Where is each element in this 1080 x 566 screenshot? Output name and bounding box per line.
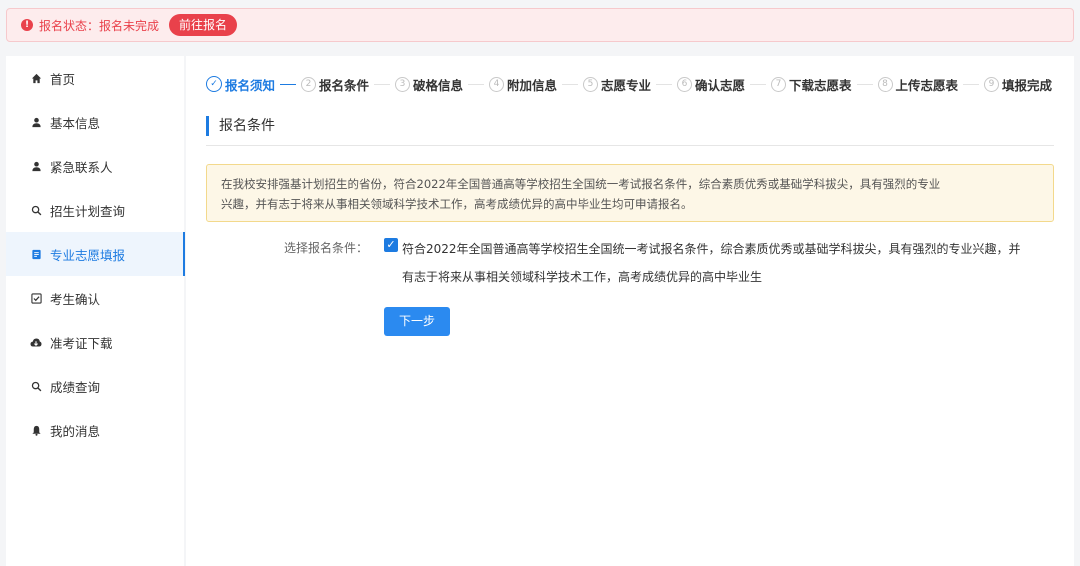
checkbox-icon [30,292,42,304]
check-circle-icon: ✓ [206,76,222,92]
condition-line: 有志于将来从事相关领域科学技术工作，高考成绩优异的高中毕业生 [402,270,763,284]
step-number: 4 [489,76,504,92]
step-registration-conditions[interactable]: 2 报名条件 [301,75,369,94]
search-icon [30,204,42,216]
exclamation-icon: ! [21,19,33,31]
condition-line: 符合2022年全国普通高等学校招生全国统一考试报名条件，综合素质优秀或基础学科拔… [402,242,1021,256]
cloud-download-icon [30,336,42,348]
sidebar-item-candidate-confirm[interactable]: 考生确认 [6,276,184,320]
step-additional-info[interactable]: 4 附加信息 [489,75,557,94]
step-number: 6 [677,76,692,92]
step-number: 3 [395,76,410,92]
sidebar-item-home[interactable]: 首页 [6,56,184,100]
condition-checkbox[interactable]: ✓ [384,238,398,252]
eligibility-notice: 在我校安排强基计划招生的省份，符合2022年全国普通高等学校招生全国统一考试报名… [206,164,1054,222]
sidebar-item-label: 准考证下载 [50,335,113,351]
step-label: 填报完成 [1002,77,1053,93]
step-registration-notice[interactable]: ✓ 报名须知 [206,75,275,94]
sidebar-item-label: 成绩查询 [50,379,101,395]
condition-label: 选择报名条件： [284,241,369,255]
notice-line: 兴趣，并有志于将来从事相关领域科学技术工作，高考成绩优异的高中毕业生均可申请报名… [221,197,693,211]
main-panel: ✓ 报名须知 2 报名条件 3 破格信息 4 附加信息 5 志愿专业 6 确认志… [186,56,1074,566]
progress-steps: ✓ 报名须知 2 报名条件 3 破格信息 4 附加信息 5 志愿专业 6 确认志… [206,74,1052,94]
step-connector [280,83,296,85]
sidebar-item-label: 我的消息 [50,423,101,439]
step-label: 志愿专业 [601,77,652,93]
step-connector [856,83,873,85]
registration-status-alert: ! 报名状态：报名未完成 前往报名 [6,8,1074,42]
sidebar-item-label: 专业志愿填报 [50,247,126,263]
step-connector [562,83,578,85]
step-label: 报名条件 [319,77,370,93]
divider [206,145,1054,146]
step-connector [963,83,979,85]
step-connector [374,83,390,85]
section-title: 报名条件 [206,116,275,136]
step-label: 破格信息 [413,77,464,93]
search-icon [30,380,42,392]
sidebar-item-major-application[interactable]: 专业志愿填报 [6,232,185,276]
step-label: 上传志愿表 [895,77,959,93]
go-register-button[interactable]: 前往报名 [169,14,238,36]
step-major-choice[interactable]: 5 志愿专业 [583,75,651,94]
step-number: 7 [771,76,786,92]
user-icon [30,160,42,172]
document-icon [30,248,42,260]
sidebar-item-admission-ticket[interactable]: 准考证下载 [6,320,184,364]
step-number: 9 [984,76,999,92]
step-label: 下载志愿表 [789,77,852,93]
next-step-button[interactable]: 下一步 [384,307,450,336]
step-label: 确认志愿 [695,77,746,93]
step-complete[interactable]: 9 填报完成 [984,75,1052,94]
home-icon [30,72,42,84]
sidebar-item-label: 考生确认 [50,291,101,307]
sidebar: 首页 基本信息 紧急联系人 招生计划查询 专业志愿填报 考生确认 准考证下载 成… [6,56,185,566]
step-connector [750,83,766,85]
step-number: 5 [583,76,598,92]
sidebar-item-score-query[interactable]: 成绩查询 [6,364,184,408]
user-icon [30,116,42,128]
sidebar-item-label: 首页 [50,71,76,87]
sidebar-item-emergency-contact[interactable]: 紧急联系人 [6,144,184,188]
step-connector [656,83,672,85]
sidebar-item-label: 招生计划查询 [50,203,126,219]
registration-status-text: 报名状态：报名未完成 [39,18,160,33]
condition-option-text[interactable]: 符合2022年全国普通高等学校招生全国统一考试报名条件，综合素质优秀或基础学科拔… [402,235,1048,291]
step-exception-info[interactable]: 3 破格信息 [395,75,463,94]
sidebar-item-my-messages[interactable]: 我的消息 [6,408,184,452]
checkmark-icon: ✓ [386,238,396,251]
bell-icon [30,424,42,436]
notice-line: 在我校安排强基计划招生的省份，符合2022年全国普通高等学校招生全国统一考试报名… [221,177,941,191]
step-label: 附加信息 [507,77,558,93]
step-connector [468,83,484,85]
step-download-form[interactable]: 7 下载志愿表 [771,75,852,94]
step-number: 8 [877,76,893,92]
step-number: 2 [301,76,316,92]
sidebar-item-label: 紧急联系人 [50,159,113,175]
step-upload-form[interactable]: 8 上传志愿表 [877,75,959,94]
step-confirm-choice[interactable]: 6 确认志愿 [677,75,745,94]
sidebar-item-label: 基本信息 [50,115,101,131]
sidebar-item-enrollment-plan[interactable]: 招生计划查询 [6,188,184,232]
step-label: 报名须知 [225,77,276,93]
sidebar-item-basic-info[interactable]: 基本信息 [6,100,184,144]
